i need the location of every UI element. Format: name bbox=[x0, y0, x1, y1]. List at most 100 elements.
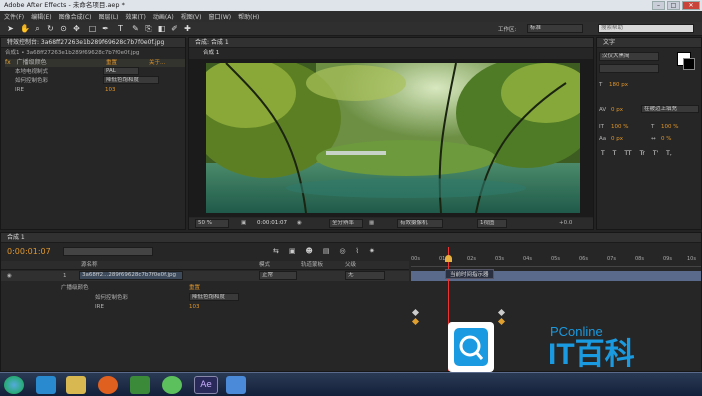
composition-tab[interactable]: 合成: 合成 1 bbox=[189, 38, 593, 48]
menu-animation[interactable]: 动画(A) bbox=[153, 12, 174, 21]
time-ruler[interactable]: 00s 01s 02s 03s 04s 05s 06s 07s 08s 09s … bbox=[411, 251, 701, 267]
vertical-scale-value[interactable]: 100 % bbox=[611, 123, 628, 131]
file-explorer-icon[interactable] bbox=[66, 376, 86, 394]
snapshot-icon[interactable]: ◉ bbox=[297, 219, 302, 227]
firefox-icon[interactable] bbox=[98, 376, 118, 394]
resolution-select[interactable]: 全分辨率 bbox=[329, 219, 363, 228]
close-button[interactable]: ✕ bbox=[682, 1, 700, 10]
layer-mode-select[interactable]: 正常 bbox=[259, 271, 297, 280]
about-link[interactable]: 关于... bbox=[149, 59, 165, 67]
all-caps-button[interactable]: TT bbox=[624, 150, 631, 158]
type-tool-icon[interactable]: T bbox=[116, 24, 125, 33]
zoom-select[interactable]: 50 % bbox=[195, 219, 229, 228]
font-size-value[interactable]: 180 px bbox=[609, 81, 628, 89]
menu-edit[interactable]: 编辑(E) bbox=[31, 12, 51, 21]
shy-layers-icon[interactable]: ☻ bbox=[306, 247, 313, 255]
view-layout-value: 1视图 bbox=[480, 220, 495, 226]
menu-file[interactable]: 文件(F) bbox=[4, 12, 24, 21]
safe-zone-icon[interactable]: ▣ bbox=[241, 219, 246, 227]
window-app-icon[interactable] bbox=[226, 376, 246, 394]
control-color-row-select[interactable]: 降低色饱和度 bbox=[189, 293, 239, 301]
stroke-color-swatch[interactable] bbox=[683, 58, 695, 70]
horizontal-scale-value[interactable]: 100 % bbox=[661, 123, 678, 131]
comp-timecode[interactable]: 0:00:01:07 bbox=[257, 219, 287, 227]
eye-icon[interactable]: ◉ bbox=[7, 272, 12, 280]
pan-behind-tool-icon[interactable]: ✥ bbox=[72, 24, 81, 33]
roto-brush-icon[interactable]: ✐ bbox=[170, 24, 179, 33]
start-button-icon[interactable] bbox=[4, 376, 24, 394]
maximize-button[interactable]: □ bbox=[667, 1, 680, 10]
clone-tool-icon[interactable]: ⎘ bbox=[144, 24, 153, 33]
zoom-tool-icon[interactable]: ⌕ bbox=[33, 24, 42, 33]
draft-3d-icon[interactable]: ▣ bbox=[289, 247, 296, 255]
superscript-button[interactable]: T' bbox=[653, 150, 658, 158]
ie-browser-icon[interactable] bbox=[36, 376, 56, 394]
camera-tool-icon[interactable]: ⊙ bbox=[59, 24, 68, 33]
hand-tool-icon[interactable]: ✋ bbox=[20, 24, 30, 33]
media-player-icon[interactable] bbox=[130, 376, 150, 394]
timeline-timecode[interactable]: 0:00:01:07 bbox=[7, 246, 51, 257]
help-search-input[interactable]: 搜索帮助 bbox=[598, 24, 694, 33]
motion-blur-icon[interactable]: ◎ bbox=[339, 247, 345, 255]
font-select[interactable]: 汉仪大黑简 bbox=[599, 52, 659, 61]
character-tab[interactable]: 文字 bbox=[597, 38, 701, 48]
bold-button[interactable]: T bbox=[601, 150, 605, 158]
minimize-button[interactable]: – bbox=[652, 1, 665, 10]
selection-tool-icon[interactable]: ➤ bbox=[6, 24, 15, 33]
tv-standard-select[interactable]: PAL bbox=[103, 67, 139, 75]
composition-subtab[interactable]: 合成 1 bbox=[203, 49, 219, 57]
effect-controls-tab[interactable]: 特效控制台: 3a68ff27263e1b289f69628c7b7f0e0f.… bbox=[1, 38, 185, 48]
reset-link[interactable]: 重置 bbox=[106, 59, 117, 67]
menu-layer[interactable]: 图层(L) bbox=[99, 12, 119, 21]
control-color-select[interactable]: 降低色饱和度 bbox=[103, 76, 159, 84]
ire-row[interactable]: IRE bbox=[95, 303, 104, 311]
region-icon[interactable]: ▦ bbox=[369, 219, 374, 227]
timeline-tab[interactable]: 合成 1 bbox=[1, 233, 701, 243]
keyframe-control-color-icon[interactable] bbox=[411, 308, 420, 317]
menu-composition[interactable]: 图像合成(C) bbox=[59, 12, 92, 21]
brush-tool-icon[interactable]: ✎ bbox=[131, 24, 140, 33]
menu-effect[interactable]: 效果(T) bbox=[126, 12, 146, 21]
after-effects-taskbar-icon[interactable]: Ae bbox=[194, 376, 218, 394]
tracking-value[interactable]: 0 px bbox=[611, 106, 623, 114]
brainstorm-icon[interactable]: ✷ bbox=[369, 247, 375, 255]
timeline-search-input[interactable] bbox=[63, 247, 153, 256]
eraser-tool-icon[interactable]: ◧ bbox=[157, 24, 166, 33]
graph-editor-icon[interactable]: ⌇ bbox=[356, 247, 359, 255]
parent-select[interactable]: 无 bbox=[345, 271, 385, 280]
camera-select[interactable]: 有效摄像机 bbox=[397, 219, 443, 228]
comp-viewer[interactable] bbox=[189, 59, 593, 217]
app-360-icon[interactable] bbox=[162, 376, 182, 394]
frame-blending-icon[interactable]: ▤ bbox=[323, 247, 330, 255]
current-time-indicator[interactable] bbox=[445, 255, 452, 262]
effect-row-name[interactable]: 广播级颜色 bbox=[61, 284, 89, 292]
leading-select[interactable]: 在被边上填充 bbox=[641, 105, 699, 113]
magnifier-icon bbox=[454, 328, 488, 366]
layer-name[interactable]: 3a68ff2...289f69628c7b7f0e0f.jpg bbox=[79, 271, 183, 280]
pen-tool-icon[interactable]: ✒ bbox=[101, 24, 110, 33]
menu-window[interactable]: 窗口(W) bbox=[208, 12, 231, 21]
menu-view[interactable]: 视图(V) bbox=[181, 12, 202, 21]
italic-button[interactable]: T bbox=[613, 150, 617, 158]
small-caps-button[interactable]: Tr bbox=[640, 150, 645, 158]
subscript-button[interactable]: T, bbox=[666, 150, 672, 158]
rotate-tool-icon[interactable]: ↻ bbox=[46, 24, 55, 33]
ire-row-value[interactable]: 103 bbox=[189, 303, 200, 311]
puppet-tool-icon[interactable]: ✚ bbox=[183, 24, 192, 33]
workspace-select[interactable]: 标准 bbox=[527, 24, 583, 33]
menu-help[interactable]: 帮助(H) bbox=[238, 12, 259, 21]
keyframe-control-color-end-icon[interactable] bbox=[497, 308, 506, 317]
ire-value[interactable]: 103 bbox=[105, 86, 116, 94]
effect-row-reset[interactable]: 重置 bbox=[189, 284, 200, 292]
layer-row[interactable]: ◉ 1 3a68ff2...289f69628c7b7f0e0f.jpg 正常 … bbox=[1, 271, 409, 281]
font-style-select[interactable] bbox=[599, 64, 659, 73]
view-layout-select[interactable]: 1视图 bbox=[477, 219, 507, 228]
comp-mini-flowchart-icon[interactable]: ⇆ bbox=[273, 247, 279, 255]
watermark-logo-box bbox=[448, 322, 494, 372]
rectangle-tool-icon[interactable]: □ bbox=[88, 24, 97, 33]
keyframe-ire-start-icon[interactable] bbox=[411, 317, 420, 326]
baseline-value[interactable]: 0 px bbox=[611, 135, 623, 143]
exposure-value[interactable]: +0.0 bbox=[559, 219, 572, 227]
control-color-row[interactable]: 如何控制色彩 bbox=[95, 294, 128, 302]
tsume-value[interactable]: 0 % bbox=[661, 135, 671, 143]
